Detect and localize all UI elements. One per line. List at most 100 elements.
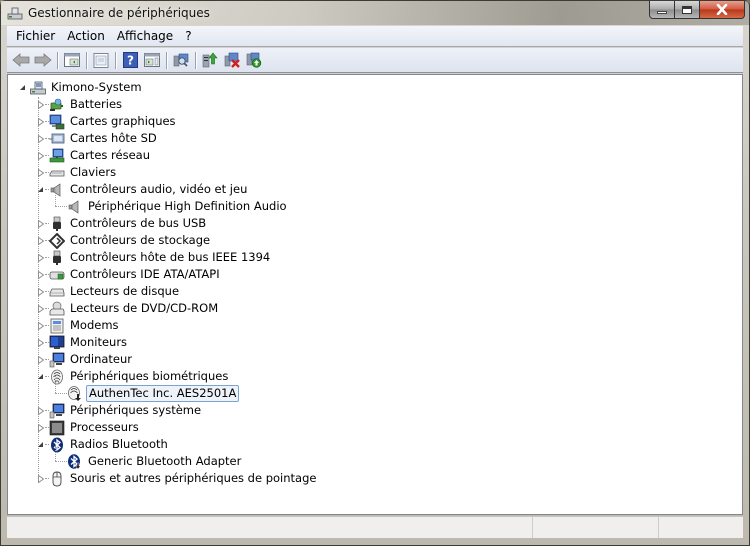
tree-category[interactable]: Contrôleurs de bus USB (36, 215, 208, 232)
title-bar[interactable]: Gestionnaire de périphériques (1, 1, 749, 25)
tree-guide-line (55, 376, 56, 393)
status-pane-tertiary (659, 517, 743, 538)
tree-category[interactable]: Contrôleurs hôte de bus IEEE 1394 (36, 249, 272, 266)
expand-arrow-icon[interactable] (36, 474, 45, 483)
forward-button[interactable] (32, 50, 54, 70)
tree-category[interactable]: Radios Bluetooth (36, 436, 170, 453)
tree-category[interactable]: Souris et autres périphériques de pointa… (36, 470, 318, 487)
device-tree[interactable]: Kimono-System Batteries Cartes graphiques… (7, 74, 743, 515)
tree-category[interactable]: Périphériques biométriques (36, 368, 230, 385)
back-button[interactable] (10, 50, 32, 70)
enable-device-icon (246, 52, 262, 68)
console-tree-button[interactable] (61, 50, 83, 70)
toolbar-separator (166, 51, 167, 69)
menu-fichier[interactable]: Fichier (10, 27, 61, 45)
fingerprint-device-icon (67, 385, 83, 402)
speaker-icon (49, 182, 65, 198)
computer-icon (30, 80, 46, 96)
expand-arrow-icon[interactable] (36, 134, 45, 143)
tree-device[interactable]: AuthenTec Inc. AES2501A (67, 385, 240, 402)
device-manager-window: Gestionnaire de périphériques Fichier Ac… (0, 0, 750, 546)
expand-arrow-icon[interactable] (36, 287, 45, 296)
collapse-arrow-icon[interactable] (36, 440, 45, 449)
tree-guide-line (45, 325, 49, 326)
tree-device-label: Périphérique High Definition Audio (88, 199, 287, 213)
expand-arrow-icon[interactable] (36, 355, 45, 364)
tree-category[interactable]: Batteries (36, 96, 124, 113)
expand-arrow-icon[interactable] (36, 117, 45, 126)
expand-arrow-icon[interactable] (36, 304, 45, 313)
action-pane-icon (144, 53, 160, 67)
collapse-arrow-icon[interactable] (36, 372, 45, 381)
tree-category[interactable]: Cartes graphiques (36, 113, 178, 130)
tree-device[interactable]: Generic Bluetooth Adapter (67, 453, 243, 470)
maximize-button[interactable] (675, 1, 700, 19)
bluetooth-icon (49, 437, 65, 453)
tree-category[interactable]: Contrôleurs de stockage (36, 232, 212, 249)
expand-arrow-icon[interactable] (36, 338, 45, 347)
tree-guide-line (45, 155, 49, 156)
close-icon (716, 4, 728, 15)
tree-category[interactable]: Cartes réseau (36, 147, 152, 164)
tree-guide-line (45, 274, 49, 275)
help-button[interactable]: ? (119, 50, 141, 70)
expand-arrow-icon[interactable] (36, 406, 45, 415)
fingerprint-icon (49, 369, 65, 385)
tree-guide-line (45, 138, 49, 139)
maximize-icon (682, 5, 692, 14)
expand-arrow-icon[interactable] (36, 151, 45, 160)
system-devices-icon (49, 403, 65, 419)
expand-arrow-icon[interactable] (36, 236, 45, 245)
collapse-arrow-icon[interactable] (36, 185, 45, 194)
tree-device[interactable]: Périphérique High Definition Audio (67, 198, 289, 215)
action-pane-button[interactable] (141, 50, 163, 70)
expand-arrow-icon[interactable] (36, 219, 45, 228)
arrow-left-icon (12, 53, 30, 67)
tree-category[interactable]: Modems (36, 317, 121, 334)
expand-arrow-icon[interactable] (36, 423, 45, 432)
console-tree-icon (64, 53, 80, 67)
tree-category-label: Ordinateur (70, 352, 133, 366)
minimize-button[interactable] (649, 1, 675, 19)
dvd-drive-icon (49, 301, 65, 317)
update-driver-button[interactable] (199, 50, 221, 70)
tree-category-label: Contrôleurs audio, vidéo et jeu (70, 182, 248, 196)
uninstall-button[interactable] (221, 50, 243, 70)
tree-category[interactable]: Cartes hôte SD (36, 130, 159, 147)
menu-affichage[interactable]: Affichage (111, 27, 179, 45)
display-adapter-icon (49, 114, 65, 130)
menu-action[interactable]: Action (61, 27, 111, 45)
tree-category[interactable]: Périphériques système (36, 402, 203, 419)
collapse-arrow-icon[interactable] (18, 83, 27, 92)
tree-guide-line (55, 189, 56, 206)
tree-guide-line (45, 359, 49, 360)
disk-drive-icon (49, 284, 65, 300)
expand-arrow-icon[interactable] (36, 253, 45, 262)
tree-category[interactable]: Ordinateur (36, 351, 134, 368)
close-button[interactable] (700, 1, 745, 19)
tree-category-label: Lecteurs de DVD/CD-ROM (70, 301, 219, 315)
network-adapter-icon (49, 148, 65, 164)
tree-root-kimono-system[interactable]: Kimono-System (18, 79, 144, 96)
keyboard-icon (49, 165, 65, 181)
enable-device-button[interactable] (243, 50, 265, 70)
tree-category[interactable]: Claviers (36, 164, 118, 181)
expand-arrow-icon[interactable] (36, 168, 45, 177)
tree-guide-line (45, 104, 49, 105)
tree-category[interactable]: Lecteurs de DVD/CD-ROM (36, 300, 220, 317)
storage-controller-icon (49, 232, 65, 249)
scan-hardware-button[interactable] (170, 50, 192, 70)
expand-arrow-icon[interactable] (36, 321, 45, 330)
tree-category[interactable]: Contrôleurs audio, vidéo et jeu (36, 181, 249, 198)
menu-help[interactable]: ? (179, 27, 197, 45)
tree-category[interactable]: Lecteurs de disque (36, 283, 181, 300)
expand-arrow-icon[interactable] (36, 270, 45, 279)
expand-arrow-icon[interactable] (36, 100, 45, 109)
update-driver-icon (202, 52, 218, 68)
properties-button[interactable] (90, 50, 112, 70)
tree-category-label: Cartes hôte SD (70, 131, 157, 145)
modem-icon (49, 318, 65, 334)
tree-category[interactable]: Processeurs (36, 419, 141, 436)
tree-category[interactable]: Moniteurs (36, 334, 129, 351)
tree-category[interactable]: Contrôleurs IDE ATA/ATAPI (36, 266, 222, 283)
